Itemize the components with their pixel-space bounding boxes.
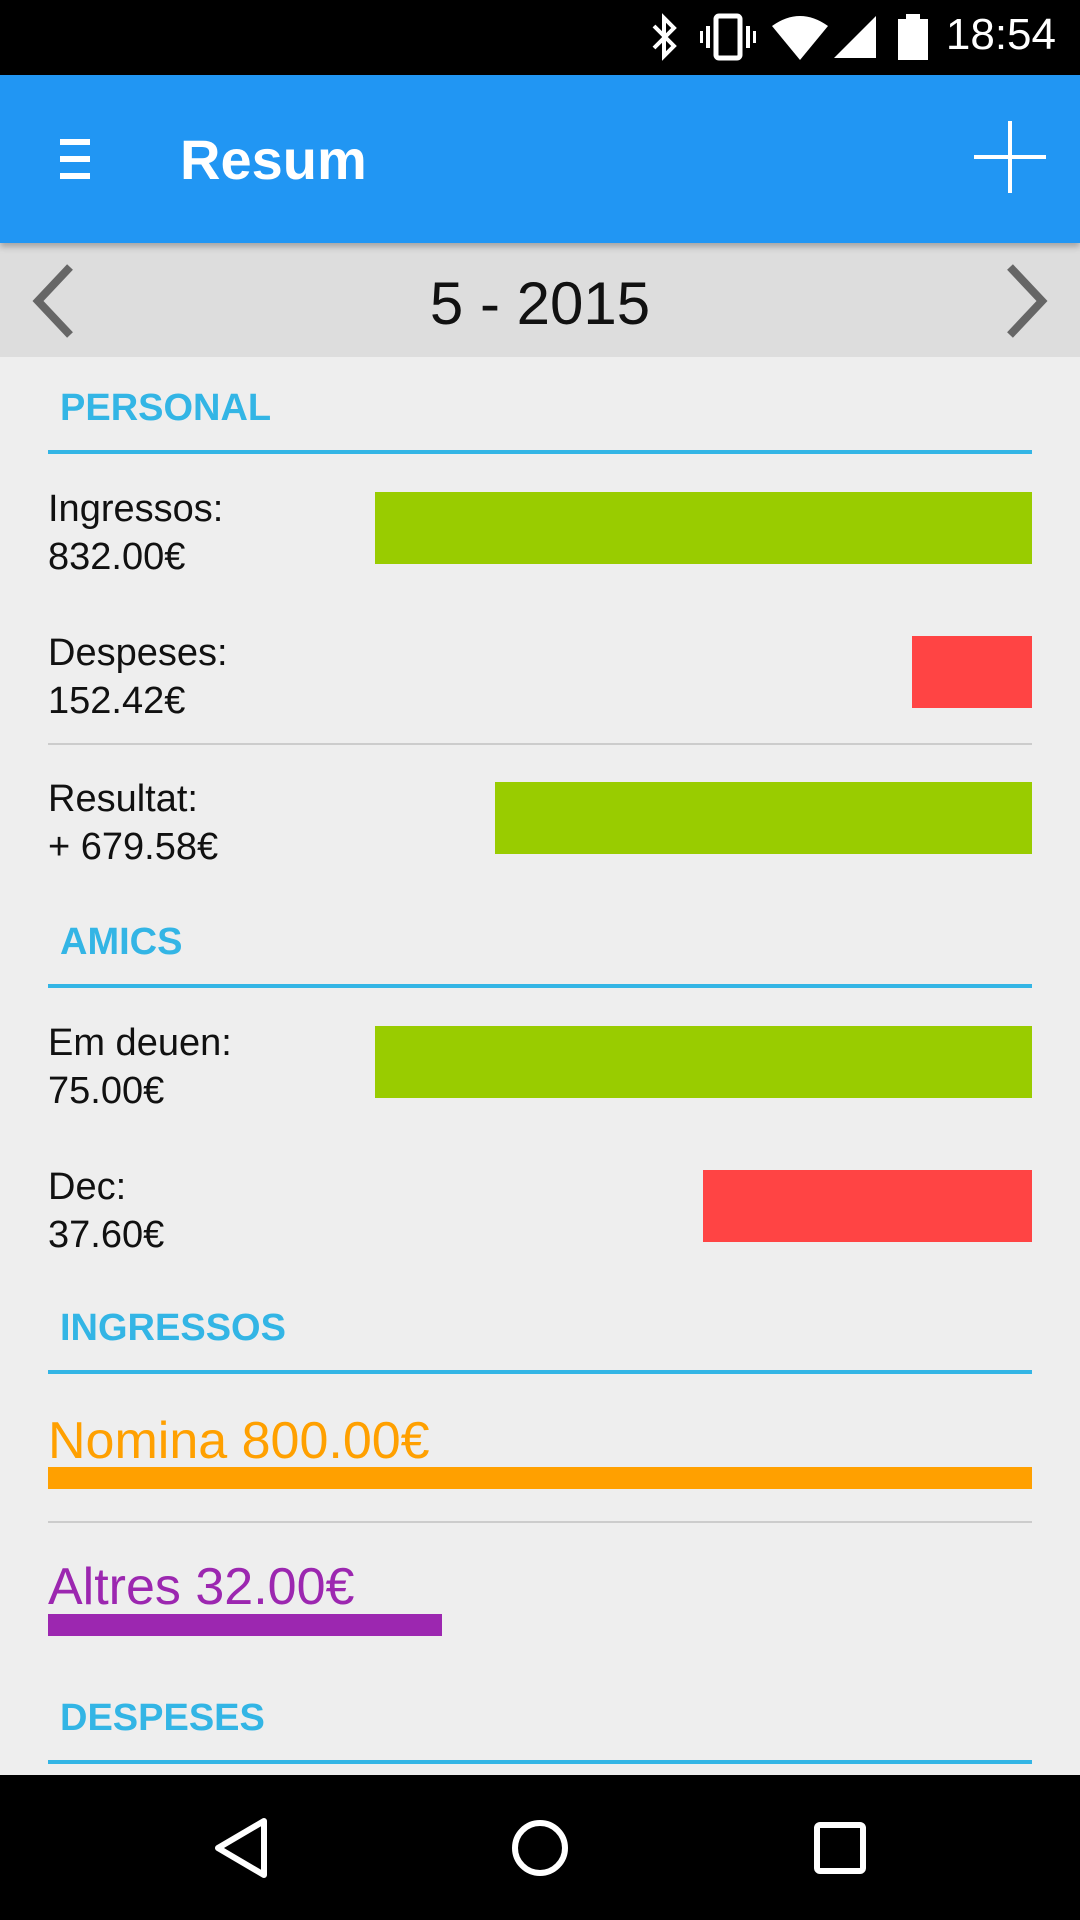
i-owe-bar <box>703 1170 1032 1242</box>
row-title: Resultat: <box>48 778 198 820</box>
clock: 18:54 <box>945 10 1056 59</box>
summary-content[interactable]: PERSONAL Ingressos: 832.00€ Despeses: 15… <box>0 357 1080 1775</box>
app-bar: Resum <box>0 75 1080 243</box>
section-divider <box>48 984 1032 988</box>
back-icon <box>215 1818 267 1878</box>
signal-icon <box>834 16 876 58</box>
month-label: 5 - 2015 <box>429 270 651 337</box>
row-amount: 152.42€ <box>48 680 186 722</box>
status-bar: 18:54 <box>0 0 1080 75</box>
section-header-personal: PERSONAL <box>60 387 272 429</box>
result-bar <box>495 782 1032 854</box>
add-button[interactable] <box>970 117 1050 197</box>
row-divider <box>48 743 1032 745</box>
vibrate-icon <box>700 13 756 61</box>
category-bar-nomina <box>48 1467 1032 1489</box>
row-divider <box>48 1521 1032 1523</box>
row-title: Em deuen: <box>48 1022 232 1064</box>
section-divider <box>48 1760 1032 1764</box>
i-owe-label: Dec: 37.60€ <box>48 1163 164 1259</box>
menu-icon <box>60 139 90 179</box>
category-bar-altres <box>48 1614 442 1636</box>
expenses-bar <box>912 636 1032 708</box>
row-amount: 75.00€ <box>48 1070 165 1112</box>
section-divider <box>48 1370 1032 1374</box>
wifi-icon <box>772 16 828 60</box>
category-label-altres: Altres 32.00€ <box>48 1558 355 1616</box>
back-button[interactable] <box>206 1813 276 1883</box>
bluetooth-icon <box>652 13 677 61</box>
owed-to-me-bar <box>375 1026 1032 1098</box>
category-label-nomina: Nomina 800.00€ <box>48 1412 430 1470</box>
friends-owe-me-label: Em deuen: 75.00€ <box>48 1019 232 1115</box>
row-title: Despeses: <box>48 632 228 674</box>
personal-expenses-label: Despeses: 152.42€ <box>48 629 228 725</box>
section-header-ingressos: INGRESSOS <box>60 1307 286 1349</box>
month-navigator: 5 - 2015 <box>0 243 1080 357</box>
home-button[interactable] <box>505 1813 575 1883</box>
row-amount: 37.60€ <box>48 1214 165 1256</box>
personal-result-label: Resultat: + 679.58€ <box>48 775 218 871</box>
section-header-despeses: DESPESES <box>60 1697 265 1739</box>
app-root: 18:54 Resum 5 - 2015 PERSONAL Ingressos:… <box>0 0 1080 1920</box>
row-title: Ingressos: <box>48 488 224 530</box>
recents-icon <box>814 1822 866 1874</box>
row-amount: 832.00€ <box>48 536 186 578</box>
row-title: Dec: <box>48 1166 127 1208</box>
page-title: Resum <box>180 128 367 191</box>
recents-button[interactable] <box>805 1813 875 1883</box>
system-nav-bar <box>0 1775 1080 1920</box>
plus-icon <box>974 121 1046 193</box>
chevron-right-icon <box>1007 264 1048 338</box>
personal-income-label: Ingressos: 832.00€ <box>48 485 223 581</box>
battery-icon <box>898 14 928 60</box>
home-icon <box>512 1820 568 1876</box>
section-header-amics: AMICS <box>60 921 183 963</box>
row-amount: + 679.58€ <box>48 826 219 868</box>
menu-button[interactable] <box>40 129 110 189</box>
next-month-button[interactable] <box>992 261 1052 341</box>
income-bar <box>375 492 1032 564</box>
section-divider <box>48 450 1032 454</box>
